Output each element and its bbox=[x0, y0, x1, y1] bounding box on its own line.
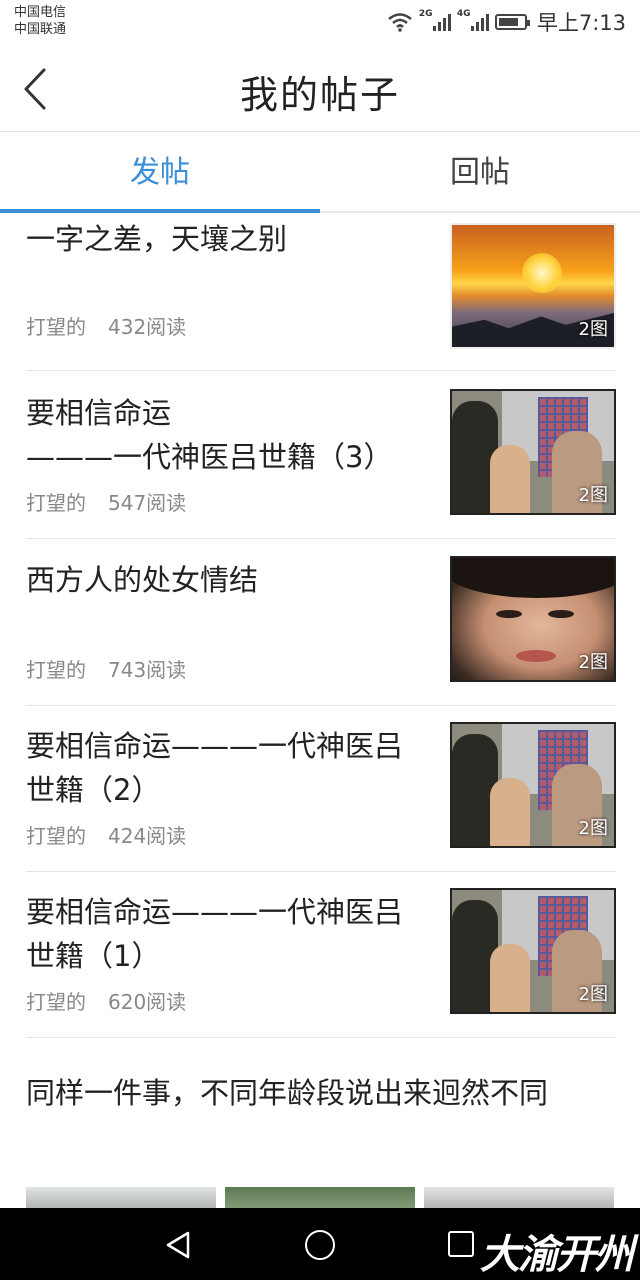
post-meta: 打望的 547阅读 bbox=[26, 487, 186, 516]
battery-icon bbox=[494, 14, 530, 30]
list-item[interactable]: 同样一件事，不同年龄段说出来迥然不同 bbox=[26, 1071, 616, 1115]
post-title: 要相信命运———一代神医吕世籍（2） bbox=[26, 729, 404, 807]
watermark-logo: 大渝开州 bbox=[480, 1232, 634, 1278]
image-count-badge: 2图 bbox=[578, 818, 608, 839]
signal-strength-icon: 2G bbox=[419, 9, 451, 31]
wifi-icon bbox=[388, 13, 412, 32]
post-list: 一字之差，天壤之别 打望的 432阅读 2图 要相信命运 ———一代神医吕世籍（… bbox=[0, 215, 640, 1208]
post-author: 打望的 bbox=[26, 315, 86, 339]
post-image bbox=[26, 1187, 216, 1208]
post-title: 同样一件事，不同年龄段说出来迥然不同 bbox=[26, 1076, 549, 1110]
tab-bar: 发帖 回帖 bbox=[0, 133, 640, 213]
list-item[interactable]: 要相信命运———一代神医吕世籍（2） 打望的 424阅读 2图 bbox=[26, 706, 616, 872]
nav-home-icon[interactable] bbox=[305, 1230, 335, 1260]
post-title: 西方人的处女情结 bbox=[26, 563, 259, 597]
signal-strength-icon-2: 4G bbox=[457, 9, 489, 31]
nav-recent-apps-icon[interactable] bbox=[448, 1231, 474, 1257]
post-author: 打望的 bbox=[26, 824, 86, 848]
post-author: 打望的 bbox=[26, 491, 86, 515]
post-meta: 打望的 743阅读 bbox=[26, 654, 186, 683]
post-meta: 打望的 620阅读 bbox=[26, 986, 186, 1015]
image-count-badge: 2图 bbox=[578, 984, 608, 1005]
carrier-1: 中国电信 bbox=[14, 5, 67, 20]
status-indicators: 2G 4G 早上7:13 bbox=[387, 8, 626, 36]
post-thumbnail: 2图 bbox=[450, 389, 616, 515]
post-thumbnail: 2图 bbox=[450, 223, 616, 349]
post-read-count: 424阅读 bbox=[108, 824, 187, 848]
post-meta: 打望的 432阅读 bbox=[26, 311, 186, 340]
image-count-badge: 2图 bbox=[578, 652, 608, 673]
network-type-label: 2G bbox=[418, 9, 433, 19]
tab-replies[interactable]: 回帖 bbox=[320, 133, 640, 211]
post-title: 要相信命运 ———一代神医吕世籍（3） bbox=[26, 396, 393, 474]
post-meta: 打望的 424阅读 bbox=[26, 820, 186, 849]
post-author: 打望的 bbox=[26, 658, 86, 682]
post-title: 要相信命运———一代神医吕世籍（1） bbox=[26, 895, 404, 973]
post-thumbnail: 2图 bbox=[450, 556, 616, 682]
list-item[interactable]: 要相信命运———一代神医吕世籍（1） 打望的 620阅读 2图 bbox=[26, 872, 616, 1038]
status-bar: 中国电信 中国联通 2G 4G 早上7:13 bbox=[0, 0, 640, 44]
app-header: 我的帖子 bbox=[0, 44, 640, 132]
post-image bbox=[225, 1187, 415, 1208]
post-read-count: 432阅读 bbox=[108, 315, 187, 339]
post-read-count: 620阅读 bbox=[108, 990, 187, 1014]
page-title: 我的帖子 bbox=[239, 73, 400, 117]
list-item[interactable]: 一字之差，天壤之别 打望的 432阅读 2图 bbox=[26, 215, 616, 371]
tab-posts[interactable]: 发帖 bbox=[0, 133, 320, 213]
carrier-2: 中国联通 bbox=[14, 22, 67, 37]
clock: 早上7:13 bbox=[536, 11, 626, 35]
post-title: 一字之差，天壤之别 bbox=[26, 222, 288, 256]
carrier-labels: 中国电信 中国联通 bbox=[14, 4, 66, 38]
list-item[interactable]: 西方人的处女情结 打望的 743阅读 2图 bbox=[26, 540, 616, 706]
post-thumbnail: 2图 bbox=[450, 888, 616, 1014]
post-read-count: 743阅读 bbox=[108, 658, 187, 682]
system-nav-bar: 大渝开州 bbox=[0, 1208, 640, 1280]
network-type-label-2: 4G bbox=[456, 9, 471, 19]
post-author: 打望的 bbox=[26, 990, 86, 1014]
post-read-count: 547阅读 bbox=[108, 491, 187, 515]
nav-back-icon[interactable] bbox=[164, 1230, 192, 1260]
post-image bbox=[424, 1187, 614, 1208]
image-count-badge: 2图 bbox=[578, 485, 608, 506]
post-thumbnail: 2图 bbox=[450, 722, 616, 848]
list-item[interactable]: 要相信命运 ———一代神医吕世籍（3） 打望的 547阅读 2图 bbox=[26, 373, 616, 539]
image-count-badge: 2图 bbox=[578, 319, 608, 340]
